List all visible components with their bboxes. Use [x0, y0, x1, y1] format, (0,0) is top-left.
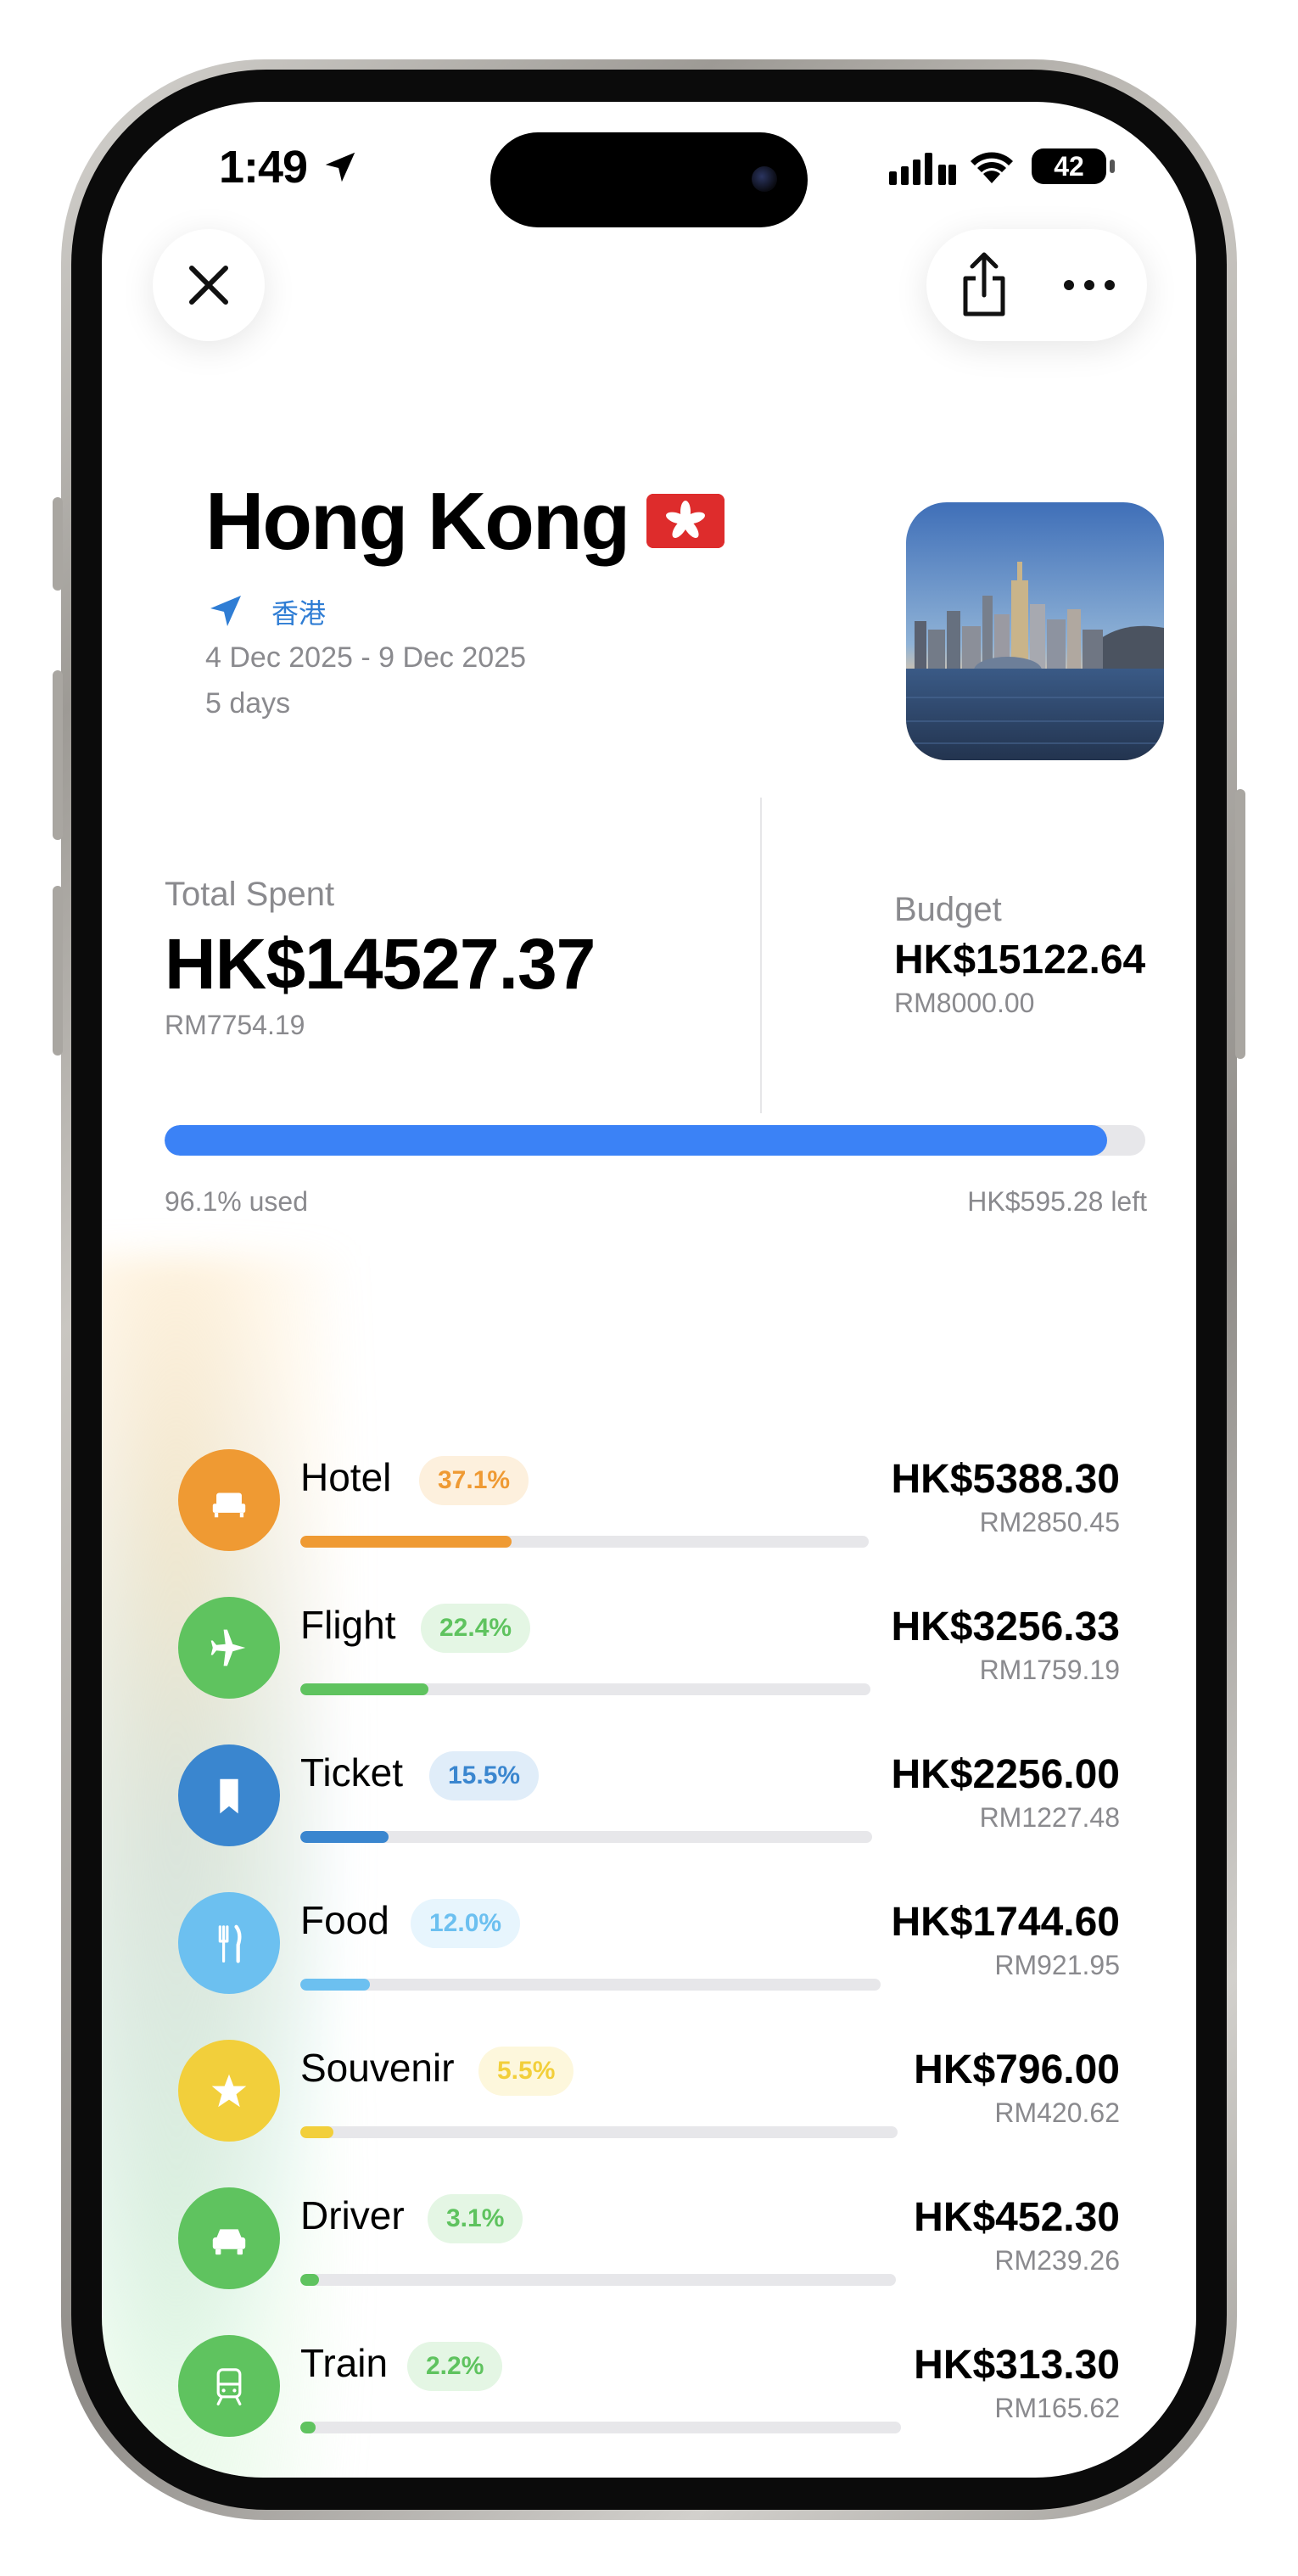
- wifi-icon: [971, 152, 1013, 183]
- category-name: Hotel: [300, 1455, 392, 1499]
- category-progress-bar: [300, 2274, 896, 2286]
- category-percent-badge: 12.0%: [411, 1899, 521, 1948]
- category-amount: HK$1744.60: [891, 1900, 1120, 1945]
- budget-used-text: 96.1% used: [165, 1186, 309, 1217]
- category-amount-converted: RM1227.48: [979, 1802, 1120, 1833]
- side-button: [1235, 789, 1245, 1059]
- category-row[interactable]: Flight 22.4% HK$3256.33 RM1759.19: [102, 1597, 1196, 1746]
- volume-down-button: [53, 886, 63, 1056]
- bed-icon: [178, 1449, 280, 1551]
- category-progress-fill: [300, 1536, 512, 1548]
- budget-label: Budget: [894, 891, 1002, 928]
- category-progress-fill: [300, 2274, 319, 2286]
- volume-up-button: [53, 670, 63, 840]
- category-progress-fill: [300, 2126, 333, 2138]
- star-icon: [178, 2040, 280, 2142]
- hong-kong-flag-icon: [646, 494, 725, 548]
- category-name: Food: [300, 1898, 389, 1942]
- trip-duration: 5 days: [205, 687, 291, 720]
- category-progress-bar: [300, 1536, 869, 1548]
- navigation-arrow-icon: [210, 596, 241, 626]
- car-icon: [178, 2187, 280, 2289]
- app-screen: 1:49 42 Hong Kong 香港 4 Dec 2025 - 9 Dec …: [102, 102, 1196, 2478]
- more-icon[interactable]: [1055, 229, 1123, 341]
- category-name: Train: [300, 2341, 389, 2385]
- total-spent-converted: RM7754.19: [165, 1010, 305, 1040]
- category-amount-converted: RM420.62: [994, 2097, 1120, 2128]
- category-progress-bar: [300, 1979, 881, 1991]
- bookmark-icon: [178, 1744, 280, 1846]
- category-percent-badge: 37.1%: [419, 1456, 529, 1505]
- category-row[interactable]: Train 2.2% HK$313.30 RM165.62: [102, 2335, 1196, 2478]
- location-arrow-icon: [325, 152, 355, 182]
- total-spent-value: HK$14527.37: [165, 924, 596, 1004]
- category-progress-bar: [300, 2422, 901, 2433]
- category-progress-fill: [300, 2422, 316, 2433]
- category-name: Driver: [300, 2193, 405, 2237]
- total-spent-label: Total Spent: [165, 876, 335, 913]
- share-icon[interactable]: [950, 229, 1018, 341]
- summary-divider: [760, 798, 762, 1113]
- trip-title: Hong Kong: [205, 476, 630, 567]
- trip-date-range: 4 Dec 2025 - 9 Dec 2025: [205, 641, 527, 674]
- budget-progress-bar: [165, 1125, 1145, 1156]
- close-icon: [189, 266, 228, 305]
- airplane-icon: [178, 1597, 280, 1699]
- category-row[interactable]: Driver 3.1% HK$452.30 RM239.26: [102, 2187, 1196, 2337]
- category-row[interactable]: Hotel 37.1% HK$5388.30 RM2850.45: [102, 1449, 1196, 1599]
- battery-tip: [1110, 160, 1115, 173]
- train-icon: [178, 2335, 280, 2437]
- cellular-signal-icon: [889, 151, 957, 185]
- category-progress-bar: [300, 2126, 898, 2138]
- fork-knife-icon: [178, 1892, 280, 1994]
- category-progress-fill: [300, 1979, 371, 1991]
- category-name: Souvenir: [300, 2046, 455, 2090]
- category-amount: HK$2256.00: [891, 1752, 1120, 1797]
- category-amount: HK$796.00: [914, 2047, 1120, 2092]
- category-amount-converted: RM1759.19: [979, 1655, 1120, 1685]
- category-amount-converted: RM239.26: [994, 2245, 1120, 2276]
- category-amount-converted: RM2850.45: [979, 1507, 1120, 1537]
- category-name: Flight: [300, 1603, 396, 1647]
- dynamic-island: [490, 132, 808, 227]
- category-percent-badge: 15.5%: [429, 1751, 540, 1800]
- budget-progress-fill: [165, 1125, 1107, 1156]
- category-amount: HK$313.30: [914, 2343, 1120, 2388]
- category-row[interactable]: Souvenir 5.5% HK$796.00 RM420.62: [102, 2040, 1196, 2189]
- action-button: [53, 497, 63, 591]
- category-name: Ticket: [300, 1750, 403, 1795]
- category-row[interactable]: Food 12.0% HK$1744.60 RM921.95: [102, 1892, 1196, 2041]
- category-amount-converted: RM921.95: [994, 1950, 1120, 1980]
- close-button[interactable]: [153, 229, 265, 341]
- category-row[interactable]: Ticket 15.5% HK$2256.00 RM1227.48: [102, 1744, 1196, 1894]
- category-amount: HK$3256.33: [891, 1604, 1120, 1649]
- category-progress-bar: [300, 1831, 872, 1843]
- category-percent-badge: 3.1%: [428, 2194, 523, 2243]
- local-city-name: 香港: [271, 598, 327, 629]
- budget-value[interactable]: HK$15122.64: [894, 937, 1145, 983]
- actions-pill: [926, 229, 1147, 341]
- category-amount: HK$452.30: [914, 2195, 1120, 2240]
- battery-indicator: 42: [1032, 148, 1106, 184]
- budget-left-text: HK$595.28 left: [967, 1186, 1147, 1217]
- category-progress-fill: [300, 1683, 428, 1695]
- category-percent-badge: 5.5%: [478, 2047, 574, 2096]
- category-progress-fill: [300, 1831, 389, 1843]
- status-time: 1:49: [219, 142, 308, 193]
- category-amount-converted: RM165.62: [994, 2393, 1120, 2423]
- budget-converted: RM8000.00: [894, 988, 1035, 1018]
- category-percent-badge: 2.2%: [407, 2342, 503, 2391]
- category-amount: HK$5388.30: [891, 1457, 1120, 1502]
- category-progress-bar: [300, 1683, 870, 1695]
- city-skyline-photo[interactable]: [906, 502, 1164, 760]
- category-percent-badge: 22.4%: [421, 1604, 531, 1653]
